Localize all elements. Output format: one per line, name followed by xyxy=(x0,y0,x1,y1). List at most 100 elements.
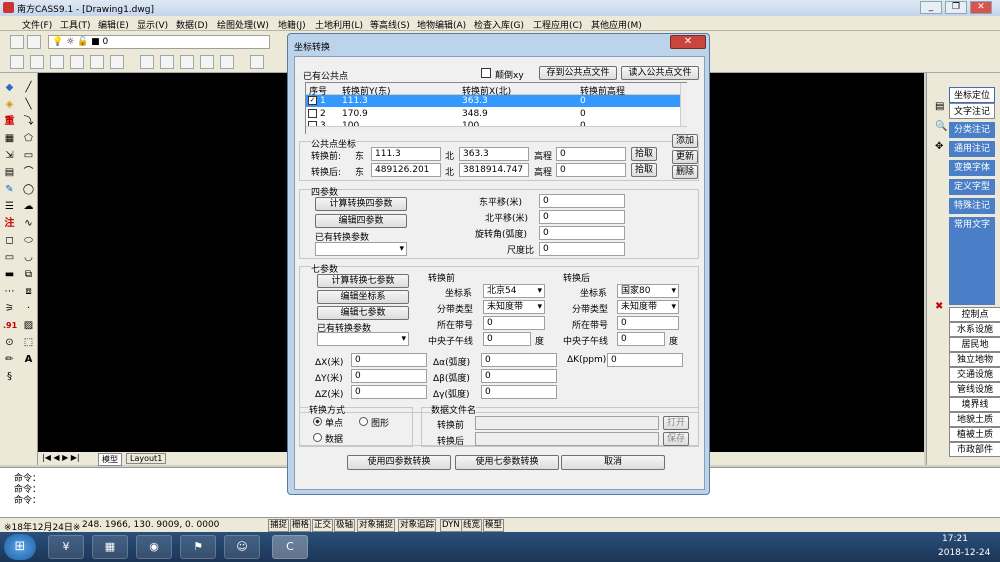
block-icon[interactable]: ◻ xyxy=(3,234,16,247)
redraw-icon[interactable]: 重 xyxy=(3,115,16,128)
otrack-toggle[interactable]: 对象追踪 xyxy=(398,519,437,532)
dim-angle-icon[interactable] xyxy=(140,55,154,69)
add-point-button[interactable]: 添加 xyxy=(672,134,698,148)
dots-icon[interactable]: ⋯ xyxy=(3,285,16,298)
tab-layout1[interactable]: Layout1 xyxy=(126,453,167,464)
boundary-item[interactable]: 境界线 xyxy=(949,397,1000,412)
before-band-input[interactable]: 0 xyxy=(483,316,545,330)
xline-icon[interactable]: ╲ xyxy=(22,98,35,111)
frame-icon[interactable]: ▭ xyxy=(3,251,16,264)
menu-engineering[interactable]: 工程应用(C) xyxy=(533,18,582,31)
calc-four-button[interactable]: 计算转换四参数 xyxy=(315,197,407,211)
ortho-toggle[interactable]: 正交 xyxy=(312,519,334,532)
layer-state-icon[interactable] xyxy=(27,35,41,49)
menu-draw[interactable]: 绘图处理(W) xyxy=(217,18,269,31)
taskbar-browser-icon[interactable]: ◉ xyxy=(136,535,172,559)
dim-leader-icon[interactable] xyxy=(220,55,234,69)
polyline-icon[interactable]: ⤵ xyxy=(22,115,35,128)
line-icon[interactable]: ╱ xyxy=(22,81,35,94)
text-annotation-button[interactable]: 文字注记 xyxy=(949,103,995,119)
dk-input[interactable]: 0 xyxy=(607,353,683,367)
north-shift-input[interactable]: 0 xyxy=(539,210,625,224)
grid-vscrollbar[interactable] xyxy=(680,83,687,126)
dim-aligned-icon[interactable] xyxy=(30,55,44,69)
layer-icon[interactable]: ◆ xyxy=(3,81,16,94)
update-point-button[interactable]: 更新 xyxy=(672,150,698,164)
menu-feature-edit[interactable]: 地物编辑(A) xyxy=(417,18,466,31)
dbeta-input[interactable]: 0 xyxy=(481,369,557,383)
use-four-button[interactable]: 使用四参数转换 xyxy=(347,455,451,470)
layer-dropdown[interactable]: 💡 ☼ 🔓 ■ 0 xyxy=(48,35,270,49)
dgamma-input[interactable]: 0 xyxy=(481,385,557,399)
grid-icon[interactable]: ▦ xyxy=(3,132,16,145)
dim-diameter-icon[interactable] xyxy=(110,55,124,69)
lineweight-toggle[interactable]: 线宽 xyxy=(461,519,483,532)
dalpha-input[interactable]: 0 xyxy=(481,353,557,367)
menu-contour[interactable]: 等高线(S) xyxy=(370,18,410,31)
polar-toggle[interactable]: 极轴 xyxy=(334,519,356,532)
after-band-input[interactable]: 0 xyxy=(617,316,679,330)
dim-quick-icon[interactable] xyxy=(160,55,174,69)
grid-toggle[interactable]: 栅格 xyxy=(290,519,312,532)
seven-existing-select[interactable] xyxy=(317,332,409,346)
general-annotation-button[interactable]: 通用注记 xyxy=(949,141,995,157)
taskbar-app-icon[interactable]: ¥ xyxy=(48,535,84,559)
menu-view[interactable]: 显示(V) xyxy=(137,18,168,31)
shield-icon[interactable]: ◈ xyxy=(3,98,16,111)
save-common-points-button[interactable]: 存到公共点文件 xyxy=(539,66,617,80)
arc-icon[interactable]: ⌒ xyxy=(22,166,35,179)
rectangle-icon[interactable]: ▭ xyxy=(22,149,35,162)
table-row[interactable]: 2 170.9 348.9 0 xyxy=(306,108,680,120)
polygon-icon[interactable]: ⬠ xyxy=(22,132,35,145)
before-cm-input[interactable]: 0 xyxy=(483,332,531,346)
file-before-input[interactable] xyxy=(475,416,659,430)
after-elev-input[interactable]: 0 xyxy=(556,163,626,177)
define-font-button[interactable]: 定义字型 xyxy=(949,179,995,195)
calc-seven-button[interactable]: 计算转换七参数 xyxy=(317,274,409,288)
reverse-xy-checkbox[interactable] xyxy=(481,68,491,78)
rotation-input[interactable]: 0 xyxy=(539,226,625,240)
bars-icon[interactable]: ▬ xyxy=(3,268,16,281)
pipeline-item[interactable]: 管线设施 xyxy=(949,382,1000,397)
dz-input[interactable]: 0 xyxy=(351,385,427,399)
tab-model[interactable]: 模型 xyxy=(98,453,122,466)
before-cs-select[interactable]: 北京54 xyxy=(483,284,545,298)
taskbar-folder-icon[interactable]: ▦ xyxy=(92,535,128,559)
dim-continue-icon[interactable] xyxy=(200,55,214,69)
dim-radius-icon[interactable] xyxy=(90,55,104,69)
dim-tolerance-icon[interactable] xyxy=(250,55,264,69)
dim-linear-icon[interactable] xyxy=(10,55,24,69)
make-block-icon[interactable]: ⧈ xyxy=(22,285,35,298)
common-text-button[interactable]: 常用文字 xyxy=(949,217,995,233)
edit-coord-system-button[interactable]: 编辑坐标系 xyxy=(317,290,409,304)
delete-point-button[interactable]: 删除 xyxy=(672,165,698,179)
dim-baseline-icon[interactable] xyxy=(180,55,194,69)
taskbar-qq-icon[interactable]: ☺ xyxy=(224,535,260,559)
water-system-item[interactable]: 水系设施 xyxy=(949,322,1000,337)
edit-four-button[interactable]: 编辑四参数 xyxy=(315,214,407,228)
after-north-input[interactable]: 3818914.747 xyxy=(459,163,529,177)
special-annotation-button[interactable]: 特殊注记 xyxy=(949,198,995,214)
dim-ordinate-icon[interactable] xyxy=(70,55,84,69)
data-radio[interactable] xyxy=(313,433,322,442)
menu-check[interactable]: 检查入库(G) xyxy=(474,18,524,31)
close-icon[interactable]: ✕ xyxy=(970,1,992,14)
slope-icon[interactable]: ⚞ xyxy=(3,302,16,315)
dy-input[interactable]: 0 xyxy=(351,369,427,383)
landform-item[interactable]: 地貌土质 xyxy=(949,412,1000,427)
osnap-toggle[interactable]: 对象捕捉 xyxy=(357,519,396,532)
east-shift-input[interactable]: 0 xyxy=(539,194,625,208)
after-east-input[interactable]: 489126.201 xyxy=(371,163,441,177)
control-point-item[interactable]: 控制点 xyxy=(949,307,1000,322)
independent-feature-item[interactable]: 独立地物 xyxy=(949,352,1000,367)
elevation-icon[interactable]: .91 xyxy=(3,319,17,332)
measure-icon[interactable]: ⇲ xyxy=(3,149,16,162)
menu-edit[interactable]: 编辑(E) xyxy=(98,18,129,31)
dyn-toggle[interactable]: DYN xyxy=(440,519,462,532)
close-panel-icon[interactable]: ✖ xyxy=(935,301,943,312)
dim-arc-icon[interactable] xyxy=(50,55,64,69)
list-icon[interactable]: ☰ xyxy=(3,200,16,213)
taskbar-cass-icon[interactable]: C xyxy=(272,535,308,559)
menu-landuse[interactable]: 土地利用(L) xyxy=(315,18,363,31)
traffic-item[interactable]: 交通设施 xyxy=(949,367,1000,382)
